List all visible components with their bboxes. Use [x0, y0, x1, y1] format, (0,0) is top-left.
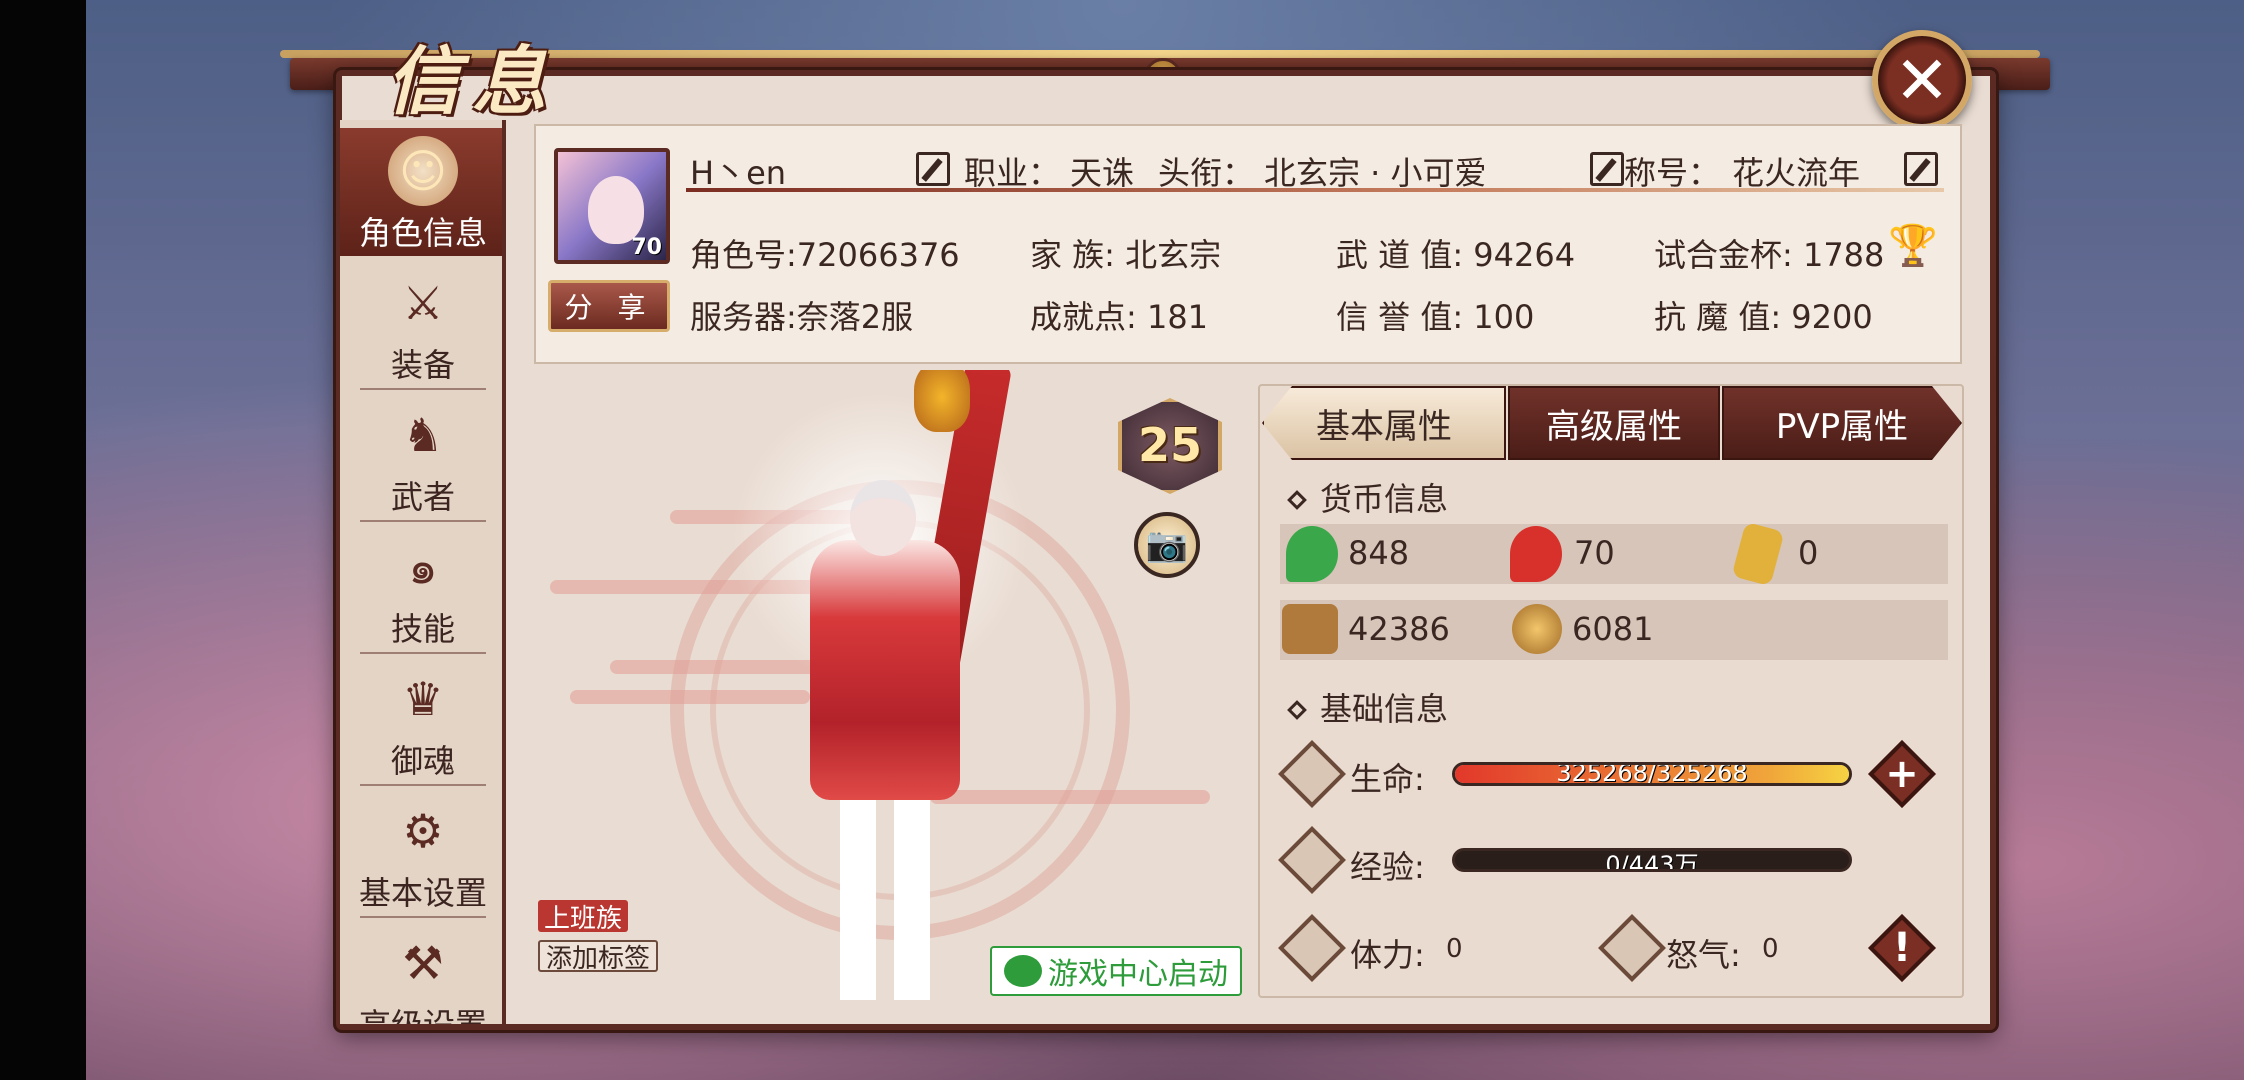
hp-bar: 325268/325268	[1452, 762, 1852, 786]
wrench-gear-icon: ⚒	[402, 936, 444, 990]
plus-icon: +	[1885, 751, 1919, 797]
camera-button[interactable]: 📷	[1134, 512, 1200, 578]
treasure-chest-icon	[1282, 604, 1338, 654]
sidebar-item-label: 高级设置	[359, 1000, 487, 1024]
sidebar-item-advanced-settings[interactable]: ⚒ 高级设置	[340, 920, 502, 1024]
sidebar-divider	[360, 520, 486, 522]
tab-basic[interactable]: 基本属性	[1262, 386, 1506, 460]
exp-value: 0/443万	[1605, 851, 1699, 872]
share-button[interactable]: 分 享	[548, 280, 670, 332]
swirl-icon: ๑	[408, 539, 438, 594]
character-body	[810, 540, 960, 800]
sidebar: ☺ 角色信息 ⚔ 装备 ♞ 武者 ๑ 技能 ♛ 御魂 ⚙ 基本设置 ⚒ 高级设置	[340, 120, 506, 1024]
green-currency-value: 848	[1348, 534, 1410, 572]
gold-coin-icon	[1512, 604, 1562, 654]
stamina-label: 体力:	[1350, 936, 1425, 974]
role-id: 角色号:72066376	[690, 236, 960, 274]
level-badge: 25	[1110, 390, 1230, 500]
resist-value: 抗 魔 值: 9200	[1654, 298, 1873, 336]
exp-bar: 0/443万	[1452, 848, 1852, 872]
sidebar-item-basic-settings[interactable]: ⚙ 基本设置	[340, 788, 502, 916]
sidebar-divider	[360, 388, 486, 390]
avatar-level: 70	[631, 235, 662, 260]
add-tag-button[interactable]: 添加标签	[538, 940, 659, 974]
crossed-swords-icon: ⚔	[402, 276, 444, 330]
sidebar-item-role-info[interactable]: ☺ 角色信息	[340, 128, 502, 256]
avatar[interactable]: 70	[554, 148, 670, 264]
green-magatama-icon	[1286, 526, 1338, 582]
gold-currency-value: 0	[1798, 534, 1819, 572]
sidebar-item-label: 基本设置	[358, 874, 487, 912]
sidebar-item-label: 御魂	[390, 742, 455, 780]
hp-value: 325268/325268	[1556, 762, 1748, 786]
wechat-game-center-button[interactable]: 游戏中心启动	[990, 946, 1242, 996]
currency-section-title: 货币信息	[1287, 474, 1449, 520]
sidebar-item-equipment[interactable]: ⚔ 装备	[340, 260, 502, 388]
wechat-label: 游戏中心启动	[1048, 957, 1228, 992]
sidebar-divider	[360, 652, 486, 654]
red-currency-value: 70	[1574, 534, 1615, 572]
basic-title-text: 基础信息	[1320, 690, 1449, 728]
player-tag: 上班族	[538, 900, 629, 934]
sidebar-item-label: 技能	[390, 610, 455, 648]
coin-currency-value: 6081	[1572, 610, 1654, 648]
edit-icon[interactable]	[1904, 152, 1938, 186]
sidebar-divider	[360, 916, 486, 918]
cup-value: 试合金杯: 1788	[1654, 236, 1885, 274]
wechat-icon	[1004, 955, 1042, 987]
stamina-value: 0	[1446, 934, 1463, 964]
basic-section-title: 基础信息	[1287, 684, 1449, 730]
screen-edge	[0, 0, 86, 1080]
fox-mask-icon: ♛	[402, 672, 444, 726]
rage-value: 0	[1762, 934, 1779, 964]
chest-currency-value: 42386	[1348, 610, 1450, 648]
red-magatama-icon	[1510, 526, 1562, 582]
exp-label: 经验:	[1350, 848, 1425, 886]
edit-icon[interactable]	[916, 152, 950, 186]
martial-value: 武 道 值: 94264	[1336, 236, 1576, 274]
level-number: 25	[1137, 418, 1202, 472]
trophy-icon: 🏆	[1888, 223, 1938, 269]
sidebar-item-soul[interactable]: ♛ 御魂	[340, 656, 502, 784]
sidebar-item-skills[interactable]: ๑ 技能	[340, 524, 502, 652]
tab-advanced[interactable]: 高级属性	[1508, 386, 1720, 460]
sidebar-item-label: 装备	[390, 346, 455, 384]
server: 服务器:奈落2服	[690, 298, 914, 336]
sidebar-item-warrior[interactable]: ♞ 武者	[340, 392, 502, 520]
character-face-icon: ☺	[388, 136, 458, 206]
edit-icon[interactable]	[1590, 152, 1624, 186]
close-button[interactable]: ✕	[1872, 30, 1972, 130]
samurai-helmet-icon: ♞	[402, 408, 444, 462]
character-legs	[840, 790, 930, 1000]
hp-label: 生命:	[1350, 760, 1425, 798]
avatar-face	[588, 176, 644, 244]
diamond-icon	[1287, 700, 1307, 720]
window-title: 信息	[386, 39, 558, 125]
rage-label: 怒气:	[1666, 936, 1741, 974]
diamond-icon	[1287, 490, 1307, 510]
demon-mask-ornament	[914, 370, 970, 432]
sidebar-item-label: 角色信息	[358, 214, 487, 252]
tab-pvp[interactable]: PVP属性	[1722, 386, 1962, 460]
name-underline	[686, 188, 1944, 192]
sidebar-item-label: 武者	[390, 478, 455, 516]
camera-icon: 📷	[1145, 525, 1189, 565]
honor-value: 信 誉 值: 100	[1336, 298, 1535, 336]
close-icon: ✕	[1894, 41, 1950, 119]
exclamation-icon: !	[1892, 925, 1912, 971]
character-head	[850, 480, 916, 556]
sidebar-divider	[360, 784, 486, 786]
achievement: 成就点: 181	[1030, 298, 1209, 336]
attribute-tabs: 基本属性 高级属性 PVP属性	[1262, 386, 1962, 460]
gear-icon: ⚙	[402, 804, 444, 858]
currency-title-text: 货币信息	[1320, 480, 1449, 518]
family: 家 族: 北玄宗	[1030, 236, 1222, 274]
